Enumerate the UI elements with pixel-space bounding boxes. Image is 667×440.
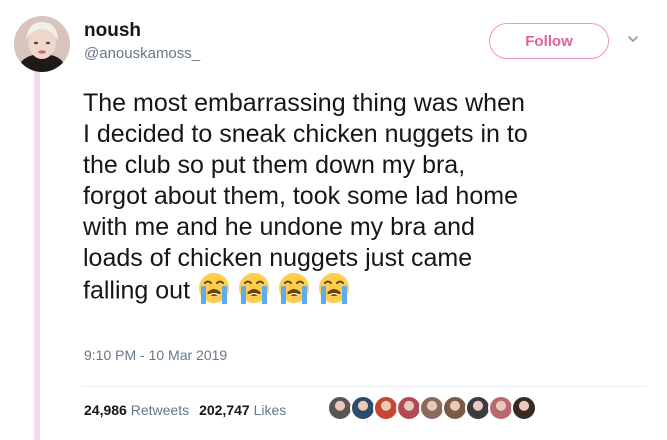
- crying-face-icon: [239, 273, 270, 304]
- tweet-timestamp[interactable]: 9:10 PM - 10 Mar 2019: [84, 347, 227, 363]
- tweet-line: loads of chicken nuggets just came: [83, 244, 473, 272]
- tweet-line: I decided to sneak chicken nuggets in to: [83, 120, 528, 148]
- tweet-line-last: falling out: [83, 271, 653, 310]
- like-label: Likes: [253, 402, 287, 418]
- liker-avatar[interactable]: [511, 395, 537, 421]
- display-name[interactable]: noush: [84, 20, 141, 42]
- tweet-line: forgot about them, took some lad home: [83, 182, 518, 210]
- retweet-count: 24,986: [84, 402, 127, 418]
- like-count: 202,747: [199, 402, 250, 418]
- user-handle[interactable]: @anouskamoss_: [84, 45, 200, 62]
- tweet-line: the club so put them down my bra,: [83, 151, 466, 179]
- tweet-line: with me and he undone my bra and: [83, 213, 475, 241]
- retweets-stat[interactable]: 24,986 Retweets: [84, 402, 189, 418]
- crying-face-icon: [199, 273, 230, 304]
- stats-divider: [82, 386, 646, 387]
- tweet-text: The most embarrassing thing was when I d…: [83, 88, 653, 310]
- tweet-line-text: falling out: [83, 276, 191, 305]
- avatar-photo: [14, 16, 70, 72]
- tweet-frame-accent: [34, 58, 40, 440]
- user-avatar[interactable]: [14, 16, 70, 72]
- crying-face-icon: [279, 273, 310, 304]
- follow-button[interactable]: Follow: [489, 23, 609, 59]
- chevron-down-icon[interactable]: [627, 33, 639, 45]
- retweet-label: Retweets: [130, 402, 190, 418]
- engagement-stats: 24,986 Retweets 202,747 Likes: [84, 402, 286, 418]
- likes-stat[interactable]: 202,747 Likes: [199, 402, 286, 418]
- liker-avatars[interactable]: [327, 395, 537, 421]
- crying-face-icon: [319, 273, 350, 304]
- tweet-line: The most embarrassing thing was when: [83, 89, 525, 117]
- emoji-group: [196, 271, 352, 307]
